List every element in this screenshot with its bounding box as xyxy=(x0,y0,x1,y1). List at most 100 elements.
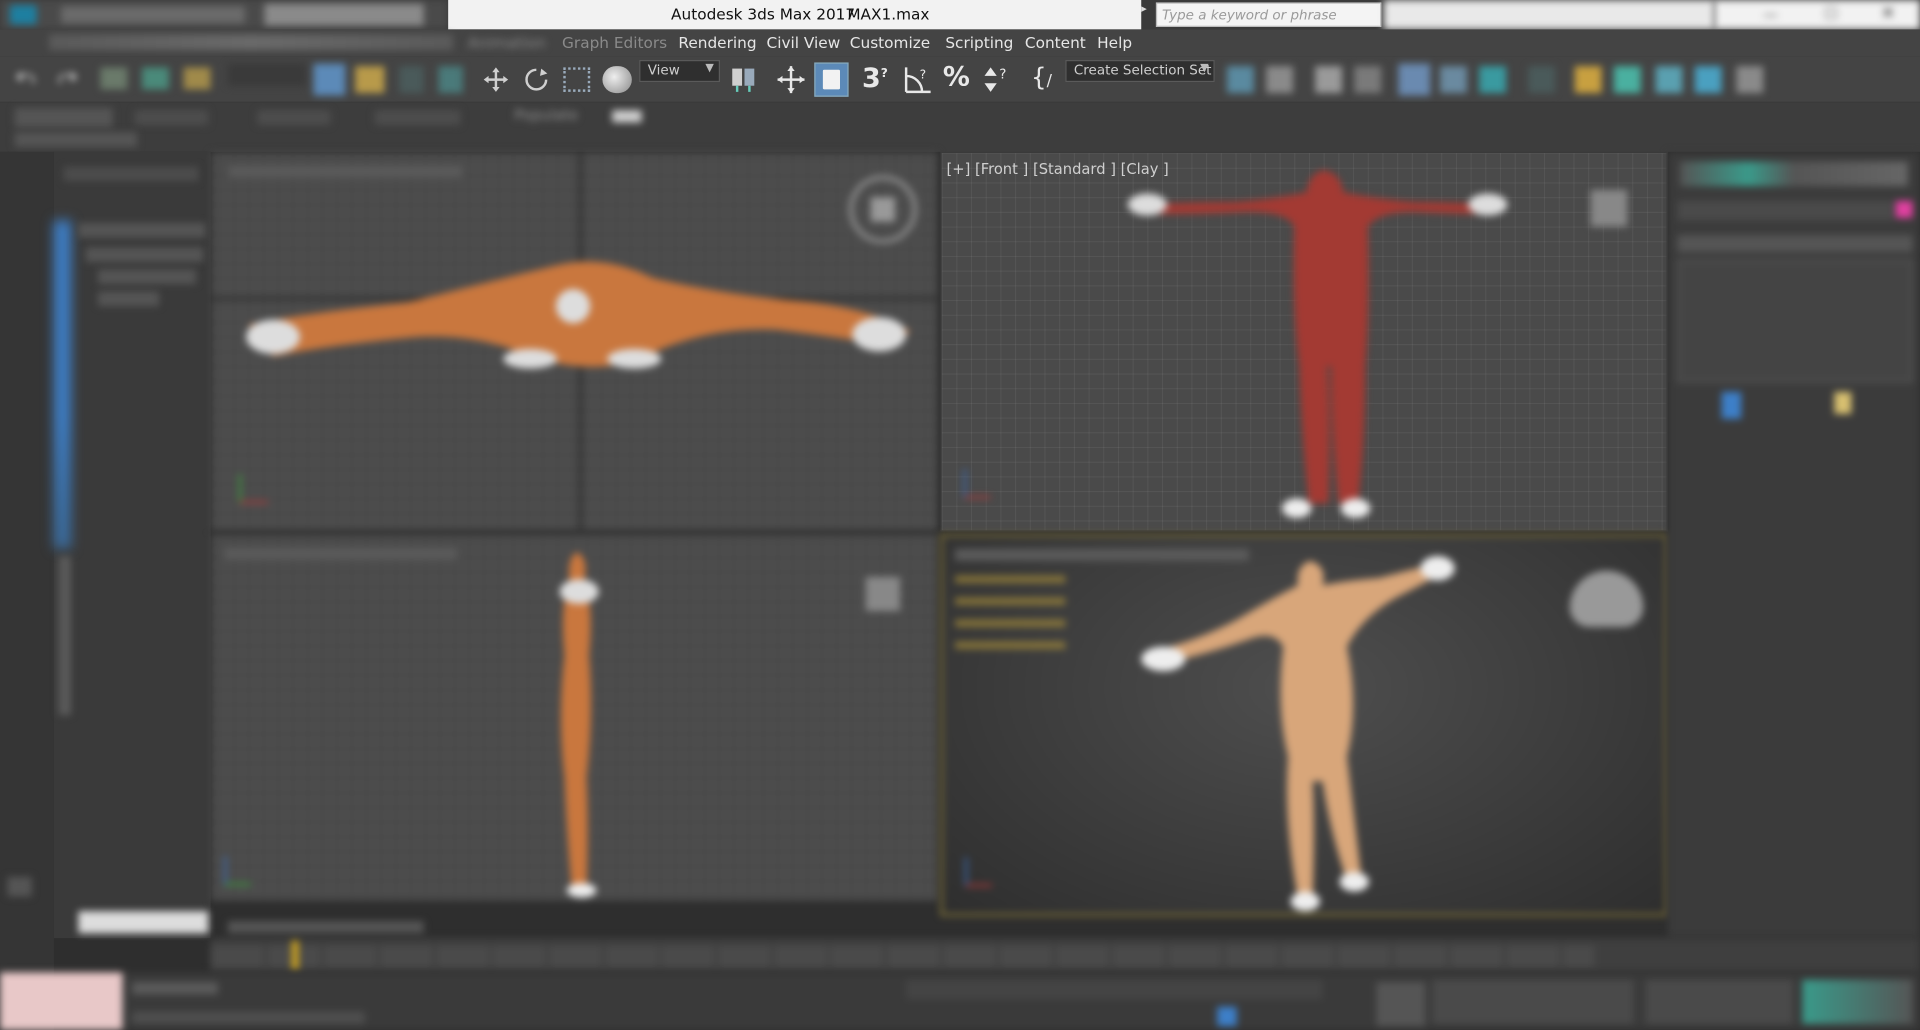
menu-graph-editors[interactable]: Graph Editors xyxy=(562,33,667,51)
ribbon-tab-populate[interactable]: Populate xyxy=(514,107,578,124)
use-pivot-icon[interactable] xyxy=(730,66,759,93)
scene-explorer-filter-toolbar[interactable] xyxy=(53,220,72,549)
object-name-field[interactable] xyxy=(1677,200,1894,221)
time-slider-thumb[interactable] xyxy=(291,940,299,970)
menu-civil-view[interactable]: Civil View xyxy=(767,33,841,51)
menu-items-blurred[interactable] xyxy=(48,34,454,51)
ribbon-panel-polygon-modeling[interactable] xyxy=(14,132,138,147)
select-manipulate-icon[interactable] xyxy=(776,65,805,94)
bind-space-warp-icon[interactable] xyxy=(183,67,211,90)
workspace-dropdown[interactable] xyxy=(264,3,424,26)
select-object-icon[interactable] xyxy=(313,63,346,96)
viewport-front[interactable]: [+] [Front ] [Standard ] [Clay ] xyxy=(940,151,1668,532)
selection-filter-dropdown[interactable] xyxy=(227,63,307,86)
ribbon-tab-selection[interactable] xyxy=(257,110,331,125)
layer-selector[interactable] xyxy=(78,911,209,934)
menu-scripting[interactable]: Scripting xyxy=(945,33,1013,51)
select-scale-icon[interactable] xyxy=(563,67,591,92)
window-crossing-icon[interactable] xyxy=(438,66,463,94)
object-color-swatch[interactable] xyxy=(1895,200,1913,218)
keyboard-shortcut-override-button[interactable] xyxy=(814,62,849,97)
mirror-icon[interactable] xyxy=(1226,66,1254,94)
add-time-tag-icon[interactable] xyxy=(1217,1006,1237,1027)
viewport-layout-icon[interactable] xyxy=(7,876,32,897)
render-in-cloud-icon[interactable] xyxy=(1736,66,1764,94)
playback-controls[interactable] xyxy=(1645,979,1793,1024)
pin-stack-icon[interactable] xyxy=(1721,391,1742,419)
edit-named-selection-icon[interactable]: {/ xyxy=(1031,62,1052,91)
scene-explorer-tool-icons[interactable] xyxy=(58,556,72,716)
snaps-toggle-icon[interactable]: 3? xyxy=(862,64,888,95)
close-icon[interactable]: ✕ xyxy=(1881,4,1895,24)
select-by-name-icon[interactable] xyxy=(355,66,385,94)
select-place-icon[interactable] xyxy=(602,66,632,94)
curve-editor-icon[interactable] xyxy=(1440,66,1467,94)
scene-tree-item[interactable] xyxy=(97,291,160,307)
viewport-perspective[interactable] xyxy=(940,533,1668,917)
viewcube-face[interactable] xyxy=(870,197,896,222)
angle-snap-icon[interactable]: ? xyxy=(902,64,934,96)
menu-content[interactable]: Content xyxy=(1025,33,1086,51)
render-iterative-icon[interactable] xyxy=(1694,66,1722,94)
percent-snap-icon[interactable]: % xyxy=(943,62,970,93)
align-icon[interactable] xyxy=(1266,66,1294,94)
schematic-view-icon[interactable] xyxy=(1479,66,1507,94)
toggle-layer-explorer-icon[interactable] xyxy=(1354,66,1382,94)
quick-access-buttons[interactable] xyxy=(61,6,245,24)
ribbon-tab-freeform[interactable] xyxy=(134,110,209,125)
link-icon[interactable] xyxy=(100,67,128,90)
search-input[interactable]: Type a keyword or phrase xyxy=(1155,2,1382,27)
viewcube-icon[interactable] xyxy=(865,576,901,612)
menu-customize[interactable]: Customize xyxy=(850,33,930,51)
material-editor-icon[interactable] xyxy=(1528,66,1556,94)
maxscript-listener[interactable] xyxy=(0,972,123,1030)
select-rotate-icon[interactable] xyxy=(523,66,550,93)
configure-modifier-sets-icon[interactable] xyxy=(1834,391,1852,414)
scene-tree-item[interactable] xyxy=(85,247,204,263)
track-bar[interactable] xyxy=(210,945,1595,968)
key-mode-icon[interactable] xyxy=(1376,982,1426,1027)
menu-rendering[interactable]: Rendering xyxy=(678,33,756,51)
time-slider[interactable] xyxy=(210,920,1920,973)
viewport-top[interactable] xyxy=(210,151,938,532)
command-panel-tabs[interactable] xyxy=(1680,161,1908,187)
maximize-icon[interactable]: ☐ xyxy=(1825,5,1838,22)
toggle-ribbon-icon[interactable] xyxy=(1398,63,1431,96)
search-expand-icon[interactable]: ▸ xyxy=(1141,4,1153,26)
minimize-icon[interactable]: — xyxy=(1763,6,1778,23)
coordinate-display[interactable] xyxy=(906,979,1323,1000)
viewport-navigation-controls[interactable] xyxy=(1802,979,1913,1024)
app-logo-icon[interactable] xyxy=(9,4,37,25)
spinner-snap-icon[interactable]: ? xyxy=(982,64,1014,96)
rendered-frame-window-icon[interactable] xyxy=(1613,66,1641,94)
ribbon-tab-object-paint[interactable] xyxy=(374,110,461,125)
set-key-controls[interactable] xyxy=(1432,979,1634,1024)
viewcube-compass-icon[interactable] xyxy=(848,175,918,244)
redo-icon[interactable] xyxy=(54,66,78,90)
unlink-icon[interactable] xyxy=(142,67,169,90)
viewcube-icon[interactable] xyxy=(1590,189,1628,227)
named-selection-dropdown[interactable]: Create Selection Set ▼ xyxy=(1065,60,1215,83)
modifier-list-dropdown[interactable] xyxy=(1677,235,1913,253)
menu-help[interactable]: Help xyxy=(1097,33,1132,51)
infocenter-toolbar[interactable] xyxy=(1383,0,1715,30)
rectangular-selection-icon[interactable] xyxy=(399,66,424,94)
render-production-icon[interactable] xyxy=(1655,66,1683,94)
toggle-scene-explorer-icon[interactable] xyxy=(1315,66,1343,94)
window-controls[interactable]: — ☐ ✕ xyxy=(1714,0,1920,30)
viewport-left[interactable] xyxy=(210,533,938,902)
undo-icon[interactable] xyxy=(15,66,39,90)
viewcube-icon[interactable] xyxy=(1569,570,1644,628)
reference-coordinate-dropdown[interactable]: View ▼ xyxy=(639,60,721,83)
scene-root-node[interactable] xyxy=(78,222,206,238)
quick-access-toolbar[interactable] xyxy=(0,0,449,30)
left-command-strip xyxy=(0,151,54,1030)
render-setup-icon[interactable] xyxy=(1574,66,1602,94)
menu-animation[interactable]: Animation xyxy=(468,33,546,51)
scene-tree-item[interactable] xyxy=(97,269,196,285)
select-move-icon[interactable] xyxy=(482,66,509,93)
ribbon-toggle-icon[interactable] xyxy=(612,110,642,123)
scene-explorer-menu[interactable] xyxy=(63,166,199,182)
ribbon-tab-modeling[interactable] xyxy=(14,107,113,128)
modifier-stack[interactable] xyxy=(1677,259,1913,383)
